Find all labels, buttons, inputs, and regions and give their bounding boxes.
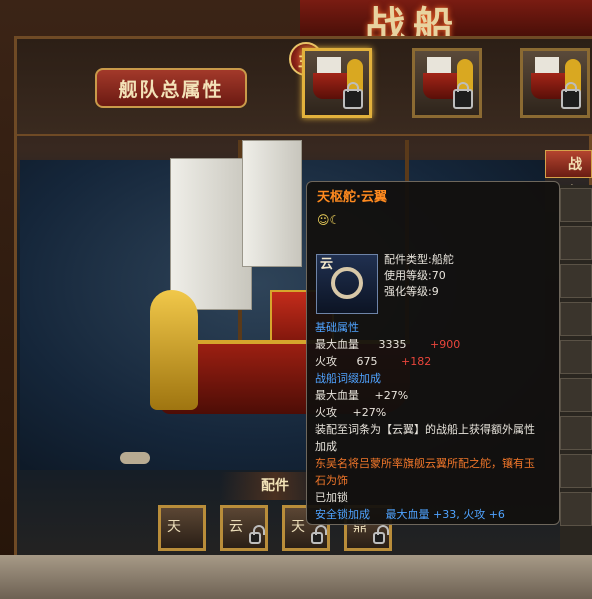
ship-slot-3[interactable] bbox=[520, 48, 590, 118]
use-level: 使用等级:70 bbox=[384, 269, 446, 282]
tab-warship[interactable]: 战船 bbox=[545, 150, 592, 201]
part-icon: 天 bbox=[167, 519, 181, 535]
lock-icon bbox=[249, 525, 265, 544]
inventory-cell[interactable] bbox=[560, 454, 592, 488]
inventory-cell[interactable] bbox=[560, 340, 592, 374]
affix-row: 最大血量 +27% bbox=[315, 389, 409, 402]
inventory-cell[interactable] bbox=[560, 264, 592, 298]
affix-title: 战船词缀加成 bbox=[315, 372, 381, 385]
inventory-cell[interactable] bbox=[560, 492, 592, 526]
ship-slot-2[interactable] bbox=[412, 48, 482, 118]
enhance-level: 强化等级:9 bbox=[384, 285, 439, 298]
set-description: 装配至词条为【云翼】的战船上获得额外属性 bbox=[315, 423, 535, 436]
fleet-attributes-button[interactable]: 舰队总属性 bbox=[95, 68, 247, 108]
lore-text: 东吴名将吕蒙所率旗舰云翼所配之舵，镶有玉 bbox=[315, 457, 535, 470]
rock bbox=[120, 452, 150, 464]
ship-wheel-icon bbox=[331, 267, 363, 299]
part-slot-1[interactable]: 天 bbox=[158, 505, 206, 551]
sail-center bbox=[242, 140, 302, 267]
dragon-figurehead bbox=[150, 290, 198, 410]
lore-text-cont: 石为饰 bbox=[315, 474, 348, 487]
tooltip-title: 天枢舵·云翼 bbox=[317, 190, 387, 205]
safety-lock-bonus: 安全锁加成 最大血量 +33, 火攻 +6 bbox=[315, 508, 505, 521]
lock-icon bbox=[343, 82, 363, 109]
item-tooltip: 天枢舵·云翼 ☺☾ 云 配件类型:船舵 使用等级:70 强化等级:9 基础属性 … bbox=[306, 181, 560, 525]
floor-decoration bbox=[0, 555, 592, 599]
rudder-item-icon: 云 bbox=[316, 254, 378, 314]
base-attr-row: 最大血量 3335 +900 bbox=[315, 338, 461, 351]
ship-slot-1[interactable] bbox=[302, 48, 372, 118]
sail-main bbox=[170, 158, 252, 310]
set-description-cont: 加成 bbox=[315, 440, 337, 453]
base-attr-row: 火攻 675 +182 bbox=[315, 355, 432, 368]
inventory-cell[interactable] bbox=[560, 188, 592, 222]
lock-status: 已加锁 bbox=[315, 491, 348, 504]
part-slot-2[interactable]: 云 bbox=[220, 505, 268, 551]
inventory-cell[interactable] bbox=[560, 302, 592, 336]
part-icon: 云 bbox=[229, 519, 243, 535]
affix-row: 火攻 +27% bbox=[315, 406, 387, 419]
inventory-cell[interactable] bbox=[560, 226, 592, 260]
inventory-cell[interactable] bbox=[560, 416, 592, 450]
lock-icon bbox=[561, 82, 581, 109]
lock-icon bbox=[453, 82, 473, 109]
base-attr-title: 基础属性 bbox=[315, 321, 359, 334]
part-icon: 天 bbox=[291, 519, 305, 535]
lock-icon bbox=[311, 525, 327, 544]
inventory-cell[interactable] bbox=[560, 378, 592, 412]
part-type: 配件类型:船舵 bbox=[384, 253, 454, 266]
item-glyph: 云 bbox=[320, 257, 334, 272]
emote-icons: ☺☾ bbox=[317, 213, 341, 227]
lock-icon bbox=[373, 525, 389, 544]
